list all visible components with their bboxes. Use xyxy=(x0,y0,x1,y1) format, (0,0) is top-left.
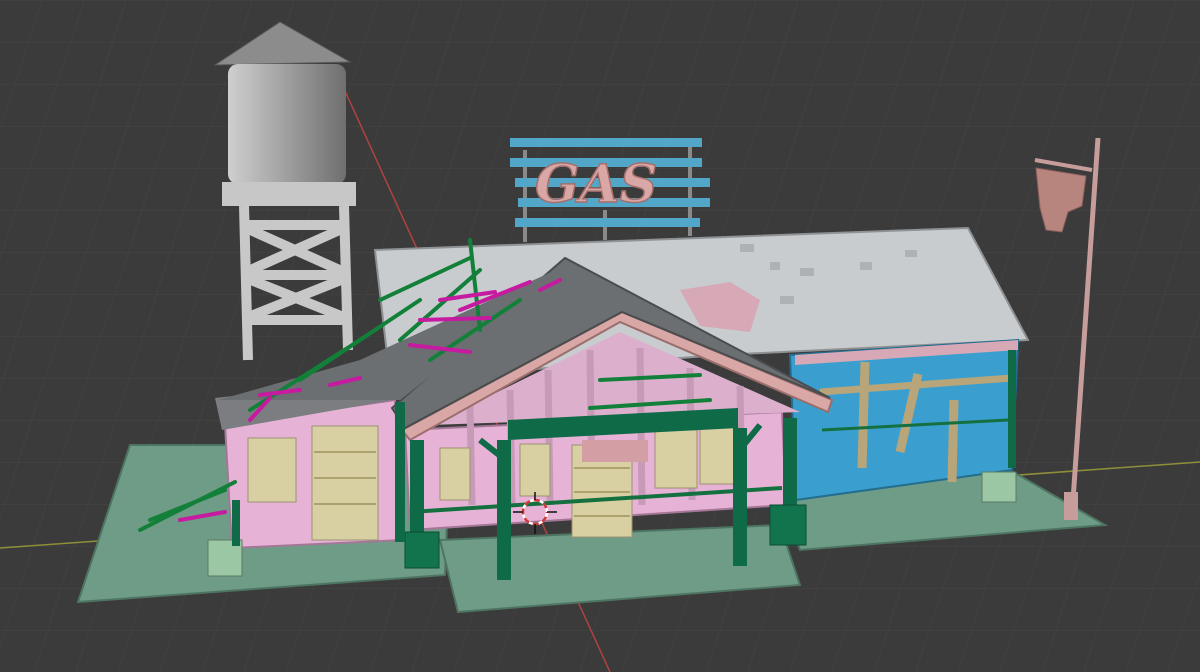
window-center-left xyxy=(439,447,471,501)
door-left xyxy=(311,425,379,541)
window-center xyxy=(519,443,551,497)
scene-render[interactable]: GAS xyxy=(0,0,1200,672)
window-right-2 xyxy=(699,425,739,485)
3d-viewport[interactable]: GAS xyxy=(0,0,1200,672)
gas-sign-text: GAS xyxy=(535,154,657,215)
window-right-1 xyxy=(654,429,698,489)
door-sign xyxy=(582,440,648,462)
water-tower-deck xyxy=(222,182,356,206)
post-base-right xyxy=(981,471,1017,503)
window-left xyxy=(247,437,297,503)
water-tower-tank xyxy=(228,64,346,184)
